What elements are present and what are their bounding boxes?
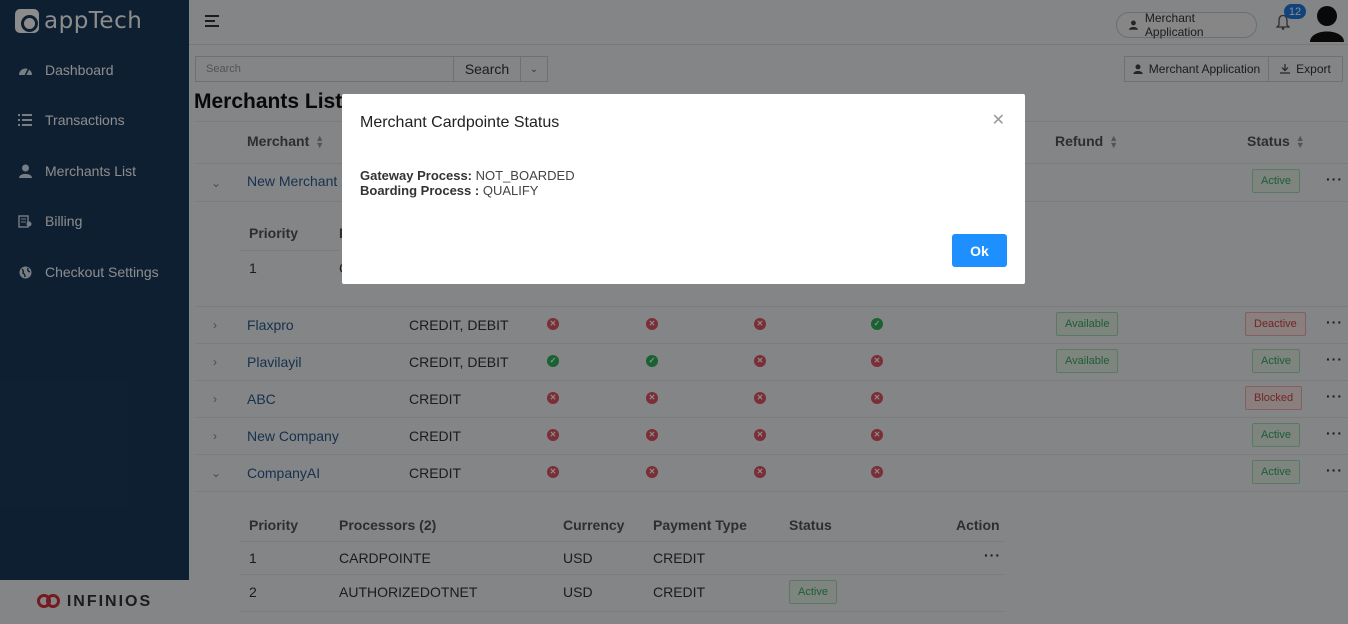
gateway-process-line: Gateway Process: NOT_BOARDED <box>360 168 575 183</box>
ok-button[interactable]: Ok <box>952 234 1007 267</box>
gateway-process-label: Gateway Process: <box>360 168 473 183</box>
modal-title: Merchant Cardpointe Status <box>360 114 560 131</box>
boarding-process-value: QUALIFY <box>482 183 539 198</box>
gateway-process-value: NOT_BOARDED <box>475 168 575 183</box>
boarding-process-label: Boarding Process : <box>360 183 480 198</box>
close-icon[interactable]: ✕ <box>992 110 1005 130</box>
boarding-process-line: Boarding Process : QUALIFY <box>360 183 538 198</box>
cardpointe-status-modal: Merchant Cardpointe Status ✕ Gateway Pro… <box>342 94 1025 284</box>
